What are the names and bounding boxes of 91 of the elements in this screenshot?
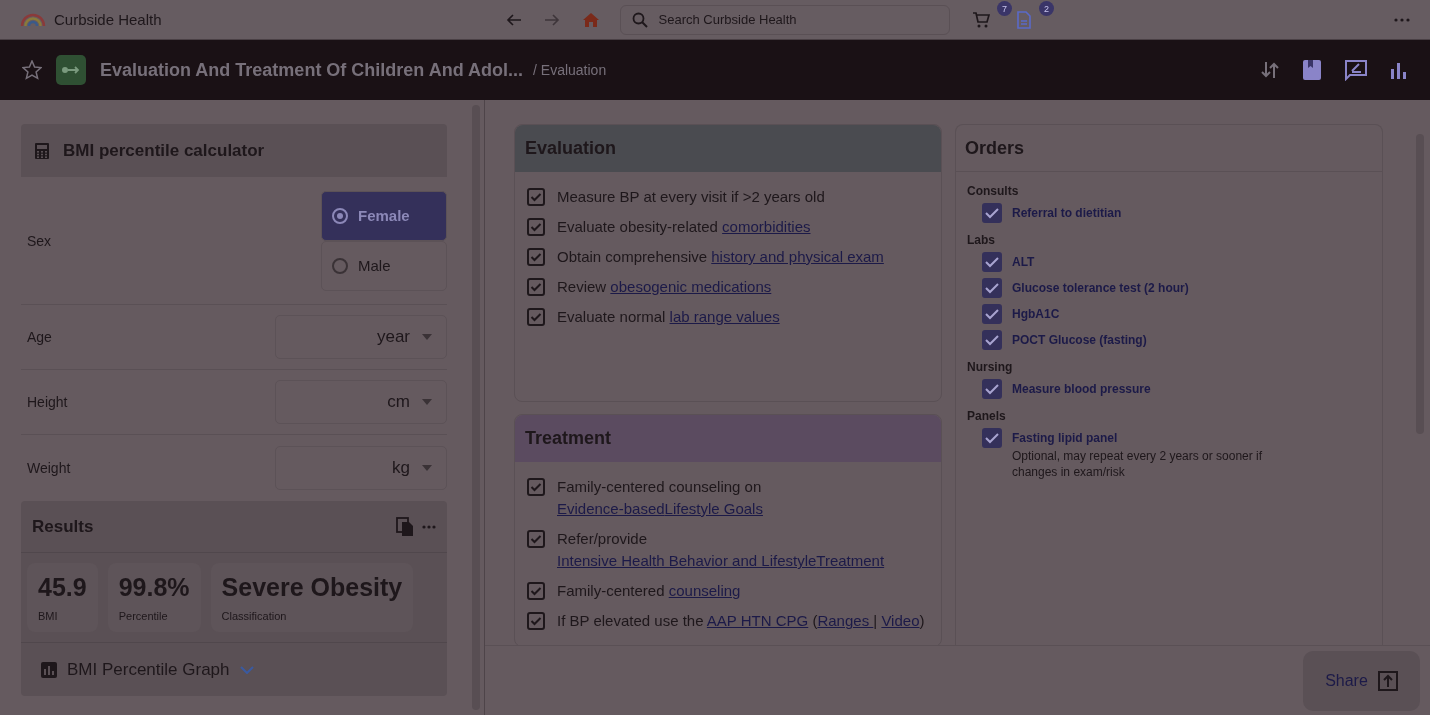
- text-link[interactable]: AAP HTN CPG: [706, 612, 809, 629]
- text-link[interactable]: Video: [881, 612, 920, 629]
- text-link[interactable]: Ranges: [817, 612, 874, 629]
- text-link[interactable]: comorbidities: [722, 218, 811, 235]
- breadcrumb[interactable]: / Evaluation: [533, 62, 607, 78]
- checklist-text: Family-centered counseling: [557, 581, 741, 601]
- field-label: Height: [27, 394, 68, 410]
- guide-title: Evaluation And Treatment Of Children And Adol...: [100, 59, 524, 81]
- field-label: Sex: [27, 232, 52, 249]
- bar-chart-icon: [41, 661, 57, 678]
- caret-icon: [422, 334, 432, 340]
- share-button[interactable]: Share: [1303, 650, 1420, 711]
- order-label[interactable]: HgbA1C: [1012, 307, 1060, 321]
- order-label[interactable]: Fasting lipid panel: [1012, 431, 1282, 445]
- radio-option[interactable]: Female: [321, 190, 447, 241]
- checked-checkbox-icon[interactable]: [527, 278, 545, 296]
- checked-checkbox-icon[interactable]: [527, 218, 545, 236]
- caret-icon: [422, 399, 432, 405]
- section-title: Treatment: [525, 428, 612, 449]
- unit-select[interactable]: cm: [275, 380, 447, 424]
- checklist-text: Evaluate obesity-related comorbidities: [557, 217, 811, 237]
- field-label: Age: [27, 329, 52, 345]
- result-value: Severe Obesity: [221, 573, 403, 602]
- order-group-name: Consults: [967, 184, 1020, 198]
- field-label: Weight: [27, 460, 71, 476]
- checklist-text: Measure BP at every visit if >2 years old: [557, 187, 825, 207]
- order-label[interactable]: Measure blood pressure: [1012, 382, 1151, 396]
- checklist-text: Review obesogenic medications: [557, 277, 772, 297]
- checked-checkbox-icon[interactable]: [527, 188, 545, 206]
- orders-title: Orders: [965, 137, 1025, 159]
- text-link[interactable]: history and physical exam: [711, 248, 884, 265]
- bookmark-book-icon[interactable]: [1302, 59, 1322, 81]
- unit-select[interactable]: year: [275, 315, 447, 359]
- calculator-icon: [35, 142, 49, 159]
- checklist-text: Family-centered counseling on Evidence-basedLifestyle Goals: [557, 477, 764, 519]
- search-field[interactable]: Search Curbside Health: [619, 4, 950, 35]
- text-link[interactable]: Evidence-based: [557, 500, 665, 517]
- order-group-name: Labs: [967, 233, 996, 247]
- text-link[interactable]: Treatment: [816, 552, 885, 569]
- result-value: 45.9: [38, 573, 87, 602]
- result-value: 99.8%: [118, 573, 190, 602]
- copy-icon[interactable]: [396, 516, 414, 537]
- order-checkbox[interactable]: [982, 304, 1002, 324]
- order-checkbox[interactable]: [982, 330, 1002, 350]
- order-label[interactable]: POCT Glucose (fasting): [1012, 333, 1147, 347]
- calculator-title: BMI percentile calculator: [63, 140, 265, 161]
- checked-checkbox-icon[interactable]: [527, 478, 545, 496]
- more-icon[interactable]: [1394, 17, 1410, 22]
- order-label[interactable]: ALT: [1012, 255, 1035, 269]
- checklist-text: Obtain comprehensive history and physical exam: [557, 247, 884, 267]
- text-link[interactable]: Intensive Health Behavior and Lifestyle: [557, 552, 817, 569]
- search-icon: [631, 11, 648, 28]
- checked-checkbox-icon[interactable]: [527, 308, 545, 326]
- order-label[interactable]: Referral to dietitian: [1012, 206, 1122, 220]
- order-checkbox[interactable]: [982, 428, 1002, 448]
- checklist-text: Evaluate normal lab range values: [557, 307, 780, 327]
- checked-checkbox-icon[interactable]: [527, 582, 545, 600]
- checked-checkbox-icon[interactable]: [527, 612, 545, 630]
- text-link[interactable]: lab range values: [669, 308, 780, 325]
- result-label: BMI: [38, 610, 59, 622]
- results-title: Results: [32, 516, 94, 537]
- radio-option[interactable]: Male: [321, 240, 447, 291]
- order-checkbox[interactable]: [982, 278, 1002, 298]
- order-group-name: Panels: [967, 409, 1007, 423]
- result-label: Classification: [221, 610, 288, 622]
- order-group-name: Nursing: [967, 360, 1014, 374]
- text-link[interactable]: counseling: [668, 582, 741, 599]
- comment-edit-icon[interactable]: [1344, 59, 1368, 81]
- caret-icon: [422, 465, 432, 471]
- graph-title: BMI Percentile Graph: [67, 659, 230, 680]
- unit-select[interactable]: kg: [275, 446, 447, 490]
- order-note: Optional, may repeat every 2 years or sooner if changes in exam/risk: [1012, 448, 1264, 480]
- order-checkbox[interactable]: [982, 252, 1002, 272]
- bar-chart-icon[interactable]: [1390, 61, 1408, 79]
- checked-checkbox-icon[interactable]: [527, 248, 545, 266]
- star-icon[interactable]: [22, 60, 42, 80]
- order-checkbox[interactable]: [982, 379, 1002, 399]
- rainbow-logo-icon: [20, 12, 46, 27]
- more-icon[interactable]: [422, 524, 436, 529]
- text-link[interactable]: obesogenic medications: [610, 278, 772, 295]
- sort-arrows-icon[interactable]: [1260, 60, 1280, 80]
- checked-checkbox-icon[interactable]: [527, 530, 545, 548]
- app-name: Curbside Health: [54, 11, 162, 28]
- checklist-text: Refer/provide Intensive Health Behavior and LifestyleTreatment: [557, 529, 886, 571]
- order-label[interactable]: Glucose tolerance test (2 hour): [1012, 281, 1189, 295]
- result-label: Percentile: [118, 610, 169, 622]
- guide-logo-icon: [56, 55, 86, 85]
- checklist-text: If BP elevated use the AAP HTN CPG (Ranges | Video): [557, 611, 925, 631]
- share-icon: [1377, 670, 1398, 691]
- order-checkbox[interactable]: [982, 203, 1002, 223]
- text-link[interactable]: Lifestyle Goals: [664, 500, 763, 517]
